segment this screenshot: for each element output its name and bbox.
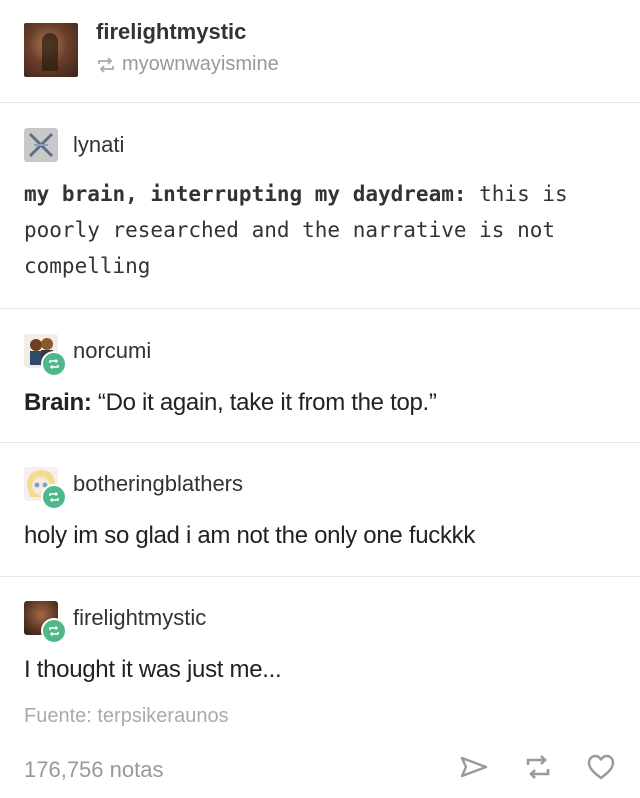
share-button[interactable]: [457, 752, 491, 782]
post-author-row: botheringblathers: [24, 467, 243, 510]
post-author-row: norcumi: [24, 334, 151, 377]
bold-text: my brain, interrupting my daydream:: [24, 182, 467, 206]
reblogged-from[interactable]: myownwayismine: [96, 53, 279, 76]
reblog-badge-icon: [41, 618, 67, 644]
text: “Do it again, take it from the top.”: [91, 389, 437, 416]
post-header: firelightmystic myownwayismine: [0, 0, 640, 102]
heart-icon: [587, 754, 615, 780]
notes-count[interactable]: 176,756 notas: [24, 757, 163, 783]
text-line: poorly researched and the narrative is n…: [24, 212, 568, 248]
divider: [0, 442, 640, 443]
avatar[interactable]: [24, 334, 67, 377]
avatar[interactable]: [24, 467, 67, 510]
text: poorly researched and the narrative is n…: [24, 218, 556, 242]
username[interactable]: norcumi: [73, 338, 151, 364]
post-author-row: firelightmystic: [24, 601, 206, 644]
x-logo-icon: [28, 132, 54, 158]
like-button[interactable]: [584, 752, 618, 782]
reblog-badge-icon: [41, 351, 67, 377]
avatar[interactable]: [24, 128, 58, 162]
reblogged-from-name: myownwayismine: [122, 53, 279, 75]
username[interactable]: firelightmystic: [73, 605, 206, 631]
post-author-row: lynati: [24, 128, 124, 162]
text: compelling: [24, 254, 151, 278]
avatar[interactable]: [24, 601, 67, 644]
avatar[interactable]: [24, 23, 78, 77]
bold-text: Brain:: [24, 389, 92, 416]
text: this is: [466, 182, 568, 206]
text-line: compelling: [24, 248, 568, 284]
divider: [0, 576, 640, 577]
reblog-icon: [98, 56, 114, 73]
username[interactable]: lynati: [73, 132, 124, 158]
send-icon: [460, 756, 488, 778]
text-line: my brain, interrupting my daydream: this…: [24, 176, 568, 212]
post-body: Brain: “Do it again, take it from the to…: [24, 389, 437, 417]
post-body: I thought it was just me...: [24, 656, 282, 683]
post-body: my brain, interrupting my daydream: this…: [24, 176, 568, 284]
divider: [0, 102, 640, 103]
reblog-button[interactable]: [521, 752, 555, 782]
reblog-icon: [526, 755, 550, 779]
divider: [0, 308, 640, 309]
post-body: holy im so glad i am not the only one fu…: [24, 522, 476, 549]
username[interactable]: botheringblathers: [73, 471, 243, 497]
reblog-badge-icon: [41, 484, 67, 510]
post-author[interactable]: firelightmystic: [96, 19, 246, 45]
source-link[interactable]: Fuente: terpsikeraunos: [24, 705, 229, 728]
